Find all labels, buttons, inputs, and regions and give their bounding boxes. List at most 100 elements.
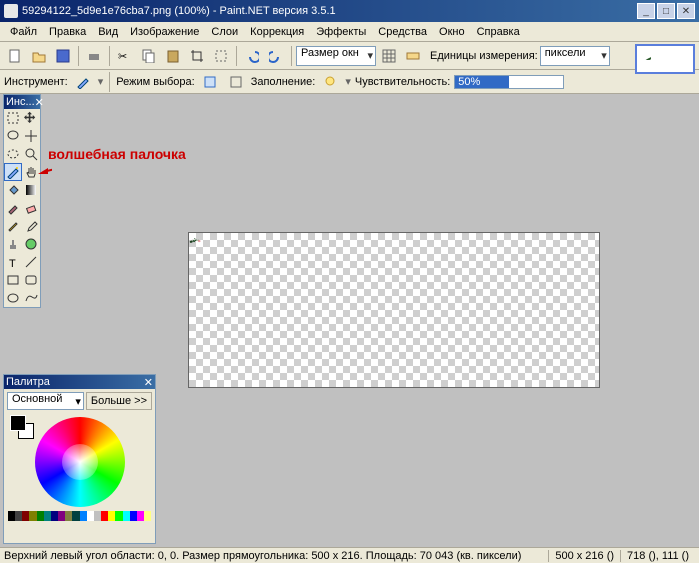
open-button[interactable] bbox=[28, 45, 50, 67]
swatches-row[interactable] bbox=[8, 511, 151, 521]
paste-button[interactable] bbox=[162, 45, 184, 67]
tool-move-pixels[interactable] bbox=[22, 127, 40, 145]
redo-icon bbox=[269, 49, 283, 63]
swatch[interactable] bbox=[80, 511, 87, 521]
hand-icon bbox=[24, 165, 38, 179]
fg-color[interactable] bbox=[10, 415, 26, 431]
swatch[interactable] bbox=[115, 511, 122, 521]
line-icon bbox=[24, 255, 38, 269]
swatch[interactable] bbox=[144, 511, 151, 521]
units-select[interactable]: пиксели bbox=[540, 46, 610, 66]
tool-rect[interactable] bbox=[4, 271, 22, 289]
tool-ellipse-select[interactable] bbox=[4, 145, 22, 163]
tool-options-bar: Инструмент: ▾ Режим выбора: Заполнение: … bbox=[0, 70, 699, 94]
menu-help[interactable]: Справка bbox=[471, 24, 526, 40]
ruler-button[interactable] bbox=[402, 45, 424, 67]
redo-button[interactable] bbox=[265, 45, 287, 67]
menu-tools[interactable]: Средства bbox=[372, 24, 433, 40]
swatch[interactable] bbox=[130, 511, 137, 521]
swatch[interactable] bbox=[44, 511, 51, 521]
window-title: 59294122_5d9e1e76cba7.png (100%) - Paint… bbox=[22, 5, 637, 17]
sensitivity-slider[interactable]: 50% bbox=[454, 75, 564, 89]
file-icon bbox=[8, 49, 22, 63]
tool-recolor[interactable] bbox=[22, 235, 40, 253]
tool-pencil[interactable] bbox=[4, 217, 22, 235]
image-thumbnail[interactable] bbox=[635, 44, 695, 74]
thumb-rose-icon bbox=[637, 46, 651, 60]
color-wheel[interactable] bbox=[35, 417, 125, 507]
tools-close-button[interactable]: ✕ bbox=[35, 96, 44, 109]
crop-button[interactable] bbox=[186, 45, 208, 67]
tool-move-selection[interactable] bbox=[22, 109, 40, 127]
tool-ellipse[interactable] bbox=[4, 289, 22, 307]
tool-clone[interactable] bbox=[4, 235, 22, 253]
menu-view[interactable]: Вид bbox=[92, 24, 124, 40]
tool-lasso[interactable] bbox=[4, 127, 22, 145]
tool-eraser[interactable] bbox=[22, 199, 40, 217]
rrect-icon bbox=[24, 273, 38, 287]
menu-effects[interactable]: Эффекты bbox=[310, 24, 372, 40]
close-button[interactable]: ✕ bbox=[677, 3, 695, 19]
swatch[interactable] bbox=[108, 511, 115, 521]
swatch[interactable] bbox=[8, 511, 15, 521]
save-button[interactable] bbox=[52, 45, 74, 67]
ellipse-icon bbox=[6, 291, 20, 305]
deselect-button[interactable] bbox=[210, 45, 232, 67]
tools-panel: Инс...✕ T bbox=[3, 94, 41, 308]
swatch[interactable] bbox=[123, 511, 130, 521]
app-icon bbox=[4, 4, 18, 18]
palette-more-button[interactable]: Больше >> bbox=[86, 392, 152, 410]
swatch[interactable] bbox=[22, 511, 29, 521]
pencil-icon bbox=[6, 219, 20, 233]
swatch[interactable] bbox=[29, 511, 36, 521]
palette-mode-select[interactable]: Основной bbox=[7, 392, 84, 410]
menu-window[interactable]: Окно bbox=[433, 24, 471, 40]
swatch[interactable] bbox=[94, 511, 101, 521]
tool-gradient[interactable] bbox=[22, 181, 40, 199]
palette-panel: Палитра ✕ Основной Больше >> bbox=[3, 374, 156, 544]
minimize-button[interactable]: _ bbox=[637, 3, 655, 19]
palette-close-button[interactable]: ✕ bbox=[144, 376, 153, 389]
menu-correction[interactable]: Коррекция bbox=[244, 24, 310, 40]
tool-fill[interactable] bbox=[4, 181, 22, 199]
palette-title: Палитра bbox=[6, 376, 50, 388]
swatch[interactable] bbox=[137, 511, 144, 521]
selmode-replace[interactable] bbox=[199, 71, 221, 93]
status-dims: 500 x 216 () bbox=[548, 550, 620, 562]
tool-brush[interactable] bbox=[4, 199, 22, 217]
menu-edit[interactable]: Правка bbox=[43, 24, 92, 40]
swatch[interactable] bbox=[51, 511, 58, 521]
print-button[interactable] bbox=[83, 45, 105, 67]
swatch[interactable] bbox=[72, 511, 79, 521]
selmode-add[interactable] bbox=[225, 71, 247, 93]
new-button[interactable] bbox=[4, 45, 26, 67]
current-tool-icon[interactable] bbox=[72, 71, 94, 93]
tool-freeform[interactable] bbox=[22, 289, 40, 307]
swatch[interactable] bbox=[58, 511, 65, 521]
swatch[interactable] bbox=[65, 511, 72, 521]
grid-button[interactable] bbox=[378, 45, 400, 67]
statusbar: Верхний левый угол области: 0, 0. Размер… bbox=[0, 547, 699, 563]
fill-mode[interactable] bbox=[319, 71, 341, 93]
menu-layers[interactable]: Слои bbox=[205, 24, 244, 40]
copy-button[interactable] bbox=[138, 45, 160, 67]
window-size-select[interactable]: Размер окн bbox=[296, 46, 376, 66]
rect-icon bbox=[6, 273, 20, 287]
tool-line[interactable] bbox=[22, 253, 40, 271]
undo-button[interactable] bbox=[241, 45, 263, 67]
text-icon: T bbox=[6, 255, 20, 269]
cut-button[interactable]: ✂ bbox=[114, 45, 136, 67]
swatch[interactable] bbox=[15, 511, 22, 521]
swatch[interactable] bbox=[87, 511, 94, 521]
tool-rect-select[interactable] bbox=[4, 109, 22, 127]
maximize-button[interactable]: □ bbox=[657, 3, 675, 19]
swatch[interactable] bbox=[101, 511, 108, 521]
tool-picker[interactable] bbox=[22, 217, 40, 235]
menu-file[interactable]: Файл bbox=[4, 24, 43, 40]
tool-text[interactable]: T bbox=[4, 253, 22, 271]
tool-magic-wand[interactable] bbox=[4, 163, 22, 181]
swatch[interactable] bbox=[37, 511, 44, 521]
canvas[interactable] bbox=[188, 232, 600, 388]
tool-rounded-rect[interactable] bbox=[22, 271, 40, 289]
menu-image[interactable]: Изображение bbox=[124, 24, 205, 40]
